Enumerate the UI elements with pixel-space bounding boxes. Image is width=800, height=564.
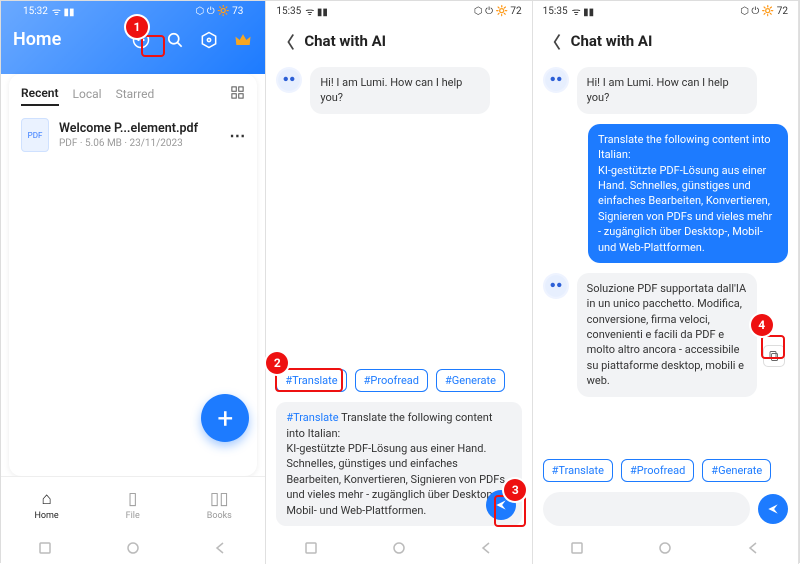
tab-recent[interactable]: Recent xyxy=(21,82,59,106)
nav-home[interactable]: ⌂ Home xyxy=(34,489,58,521)
sys-home-icon[interactable] xyxy=(391,540,407,556)
ai-reply-bubble: Soluzione PDF supportata dall'IA in un u… xyxy=(577,273,757,397)
ai-avatar xyxy=(276,67,302,93)
status-bar: 15:35 ᯤ ▮▮ ⬡ ⏻ 🔆 72 xyxy=(533,1,798,21)
system-nav xyxy=(266,532,531,564)
status-bar: 15:35 ᯤ ▮▮ ⬡ ⏻ 🔆 72 xyxy=(266,1,531,21)
ai-greeting-bubble: Hi! I am Lumi. How can I help you? xyxy=(577,67,757,114)
tab-starred[interactable]: Starred xyxy=(116,83,155,105)
chip-generate[interactable]: #Generate xyxy=(702,459,771,482)
chat-title: Chat with AI xyxy=(304,32,386,50)
status-signal: ᯤ ▮▮ xyxy=(572,4,595,18)
file-subtitle: PDF · 5.06 MB · 23/11/2023 xyxy=(59,138,219,149)
status-right-icons: ⬡ ⏻ 🔆 72 xyxy=(740,6,788,17)
file-icon: ▯ xyxy=(128,489,137,509)
settings-icon[interactable] xyxy=(199,30,219,50)
sys-back-icon[interactable] xyxy=(746,540,762,556)
chip-generate[interactable]: #Generate xyxy=(436,369,505,392)
chip-proofread[interactable]: #Proofread xyxy=(621,459,694,482)
user-message-bubble: Translate the following content into Ita… xyxy=(588,124,788,263)
message-input[interactable]: #Translate Translate the following conte… xyxy=(276,402,521,526)
sys-home-icon[interactable] xyxy=(125,540,141,556)
system-nav xyxy=(1,532,265,564)
system-nav xyxy=(533,532,798,564)
page-title: Home xyxy=(13,29,61,50)
home-icon: ⌂ xyxy=(41,489,51,509)
nav-file-label: File xyxy=(126,511,140,521)
sys-home-icon[interactable] xyxy=(657,540,673,556)
books-icon: ▯▯ xyxy=(210,489,229,509)
status-right-icons: ⬡ ⏻ 🔆 72 xyxy=(474,6,522,17)
more-options-icon[interactable]: ⋯ xyxy=(229,126,245,145)
input-text: Translate the following content into Ita… xyxy=(286,411,507,516)
sys-recent-icon[interactable] xyxy=(303,540,319,556)
annotation-circle-1: 1 xyxy=(126,16,148,38)
chip-proofread[interactable]: #Proofread xyxy=(355,369,428,392)
sys-back-icon[interactable] xyxy=(479,540,495,556)
premium-icon[interactable] xyxy=(233,30,253,50)
chip-translate[interactable]: #Translate xyxy=(543,459,613,482)
file-item[interactable]: PDF Welcome P...element.pdf PDF · 5.06 M… xyxy=(9,108,257,162)
search-icon[interactable] xyxy=(165,30,185,50)
ai-avatar xyxy=(543,273,569,299)
chip-translate[interactable]: #Translate xyxy=(276,369,346,392)
ai-greeting-bubble: Hi! I am Lumi. How can I help you? xyxy=(310,67,490,114)
chat-title: Chat with AI xyxy=(571,32,653,50)
nav-home-label: Home xyxy=(34,511,58,521)
copy-button[interactable] xyxy=(763,345,785,367)
status-signal: ᯤ ▮▮ xyxy=(52,4,75,18)
status-time: 15:35 xyxy=(276,6,301,17)
add-button[interactable]: + xyxy=(201,394,249,442)
nav-books-label: Books xyxy=(207,511,232,521)
status-time: 15:32 xyxy=(23,6,48,17)
annotation-circle-3: 3 xyxy=(504,479,526,501)
back-icon[interactable]: 〈 xyxy=(545,29,561,53)
sys-back-icon[interactable] xyxy=(213,540,229,556)
file-name: Welcome P...element.pdf xyxy=(59,121,219,136)
nav-books[interactable]: ▯▯ Books xyxy=(207,489,232,521)
status-time: 15:35 xyxy=(543,6,568,17)
pdf-file-icon: PDF xyxy=(21,118,49,152)
status-signal: ᯤ ▮▮ xyxy=(305,4,328,18)
message-input[interactable] xyxy=(543,492,750,526)
sys-recent-icon[interactable] xyxy=(569,540,585,556)
back-icon[interactable]: 〈 xyxy=(278,29,294,53)
send-button[interactable] xyxy=(758,494,788,524)
input-tag: #Translate xyxy=(286,411,338,424)
sys-recent-icon[interactable] xyxy=(37,540,53,556)
nav-file[interactable]: ▯ File xyxy=(126,489,140,521)
status-right-icons: ⬡ ⏻ 🔆 73 xyxy=(196,6,244,17)
bottom-nav: ⌂ Home ▯ File ▯▯ Books xyxy=(1,476,265,532)
annotation-circle-4: 4 xyxy=(751,314,773,336)
layout-grid-icon[interactable] xyxy=(230,85,245,103)
ai-avatar xyxy=(543,67,569,93)
tab-local[interactable]: Local xyxy=(73,83,102,105)
